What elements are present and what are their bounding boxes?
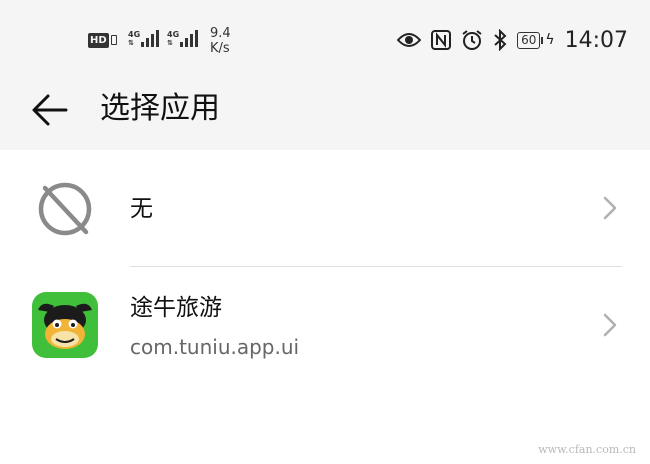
clock: 14:07: [564, 27, 628, 53]
signal-sim1: 4G ⇅: [128, 27, 160, 47]
battery-icon: 60 ϟ: [517, 31, 555, 49]
none-icon: [38, 182, 92, 236]
chevron-right-icon: [603, 196, 617, 220]
list-item-tuniu[interactable]: 途牛旅游 com.tuniu.app.ui: [0, 267, 650, 383]
chevron-right-icon: [603, 313, 617, 337]
speed-unit: K/s: [210, 41, 230, 56]
hd-voice-indicator: HD: [88, 31, 117, 49]
app-package: com.tuniu.app.ui: [130, 335, 300, 359]
back-arrow-icon[interactable]: [30, 90, 70, 130]
charging-icon: ϟ: [545, 32, 555, 48]
status-icons-right: 60 ϟ 14:07: [397, 27, 628, 53]
app-name: 途牛旅游: [130, 295, 222, 321]
signal-bars-icon: [180, 27, 199, 47]
status-bar: HD 4G ⇅ 4G ⇅ 9.4 K/s 60 ϟ 14:07: [0, 0, 650, 80]
bluetooth-icon: [494, 29, 507, 51]
hd-call-icon: [110, 35, 117, 45]
eye-icon: [397, 33, 422, 47]
network-speed: 9.4 K/s: [210, 26, 231, 56]
network-type-label: 4G: [167, 30, 180, 39]
list-item-label: 无: [130, 196, 153, 222]
list-item-none[interactable]: 无: [0, 150, 650, 266]
network-type-label: 4G: [128, 30, 141, 39]
alarm-icon: [462, 30, 482, 50]
watermark: www.cfan.com.cn: [538, 443, 636, 456]
speed-value: 9.4: [210, 26, 231, 41]
signal-sim2: 4G ⇅: [167, 27, 199, 47]
page-title: 选择应用: [100, 91, 220, 126]
signal-bars-icon: [141, 27, 160, 47]
tuniu-app-icon: [32, 292, 98, 358]
battery-level: 60: [517, 31, 541, 49]
nfc-icon: [431, 30, 452, 50]
hd-badge: HD: [88, 32, 109, 48]
